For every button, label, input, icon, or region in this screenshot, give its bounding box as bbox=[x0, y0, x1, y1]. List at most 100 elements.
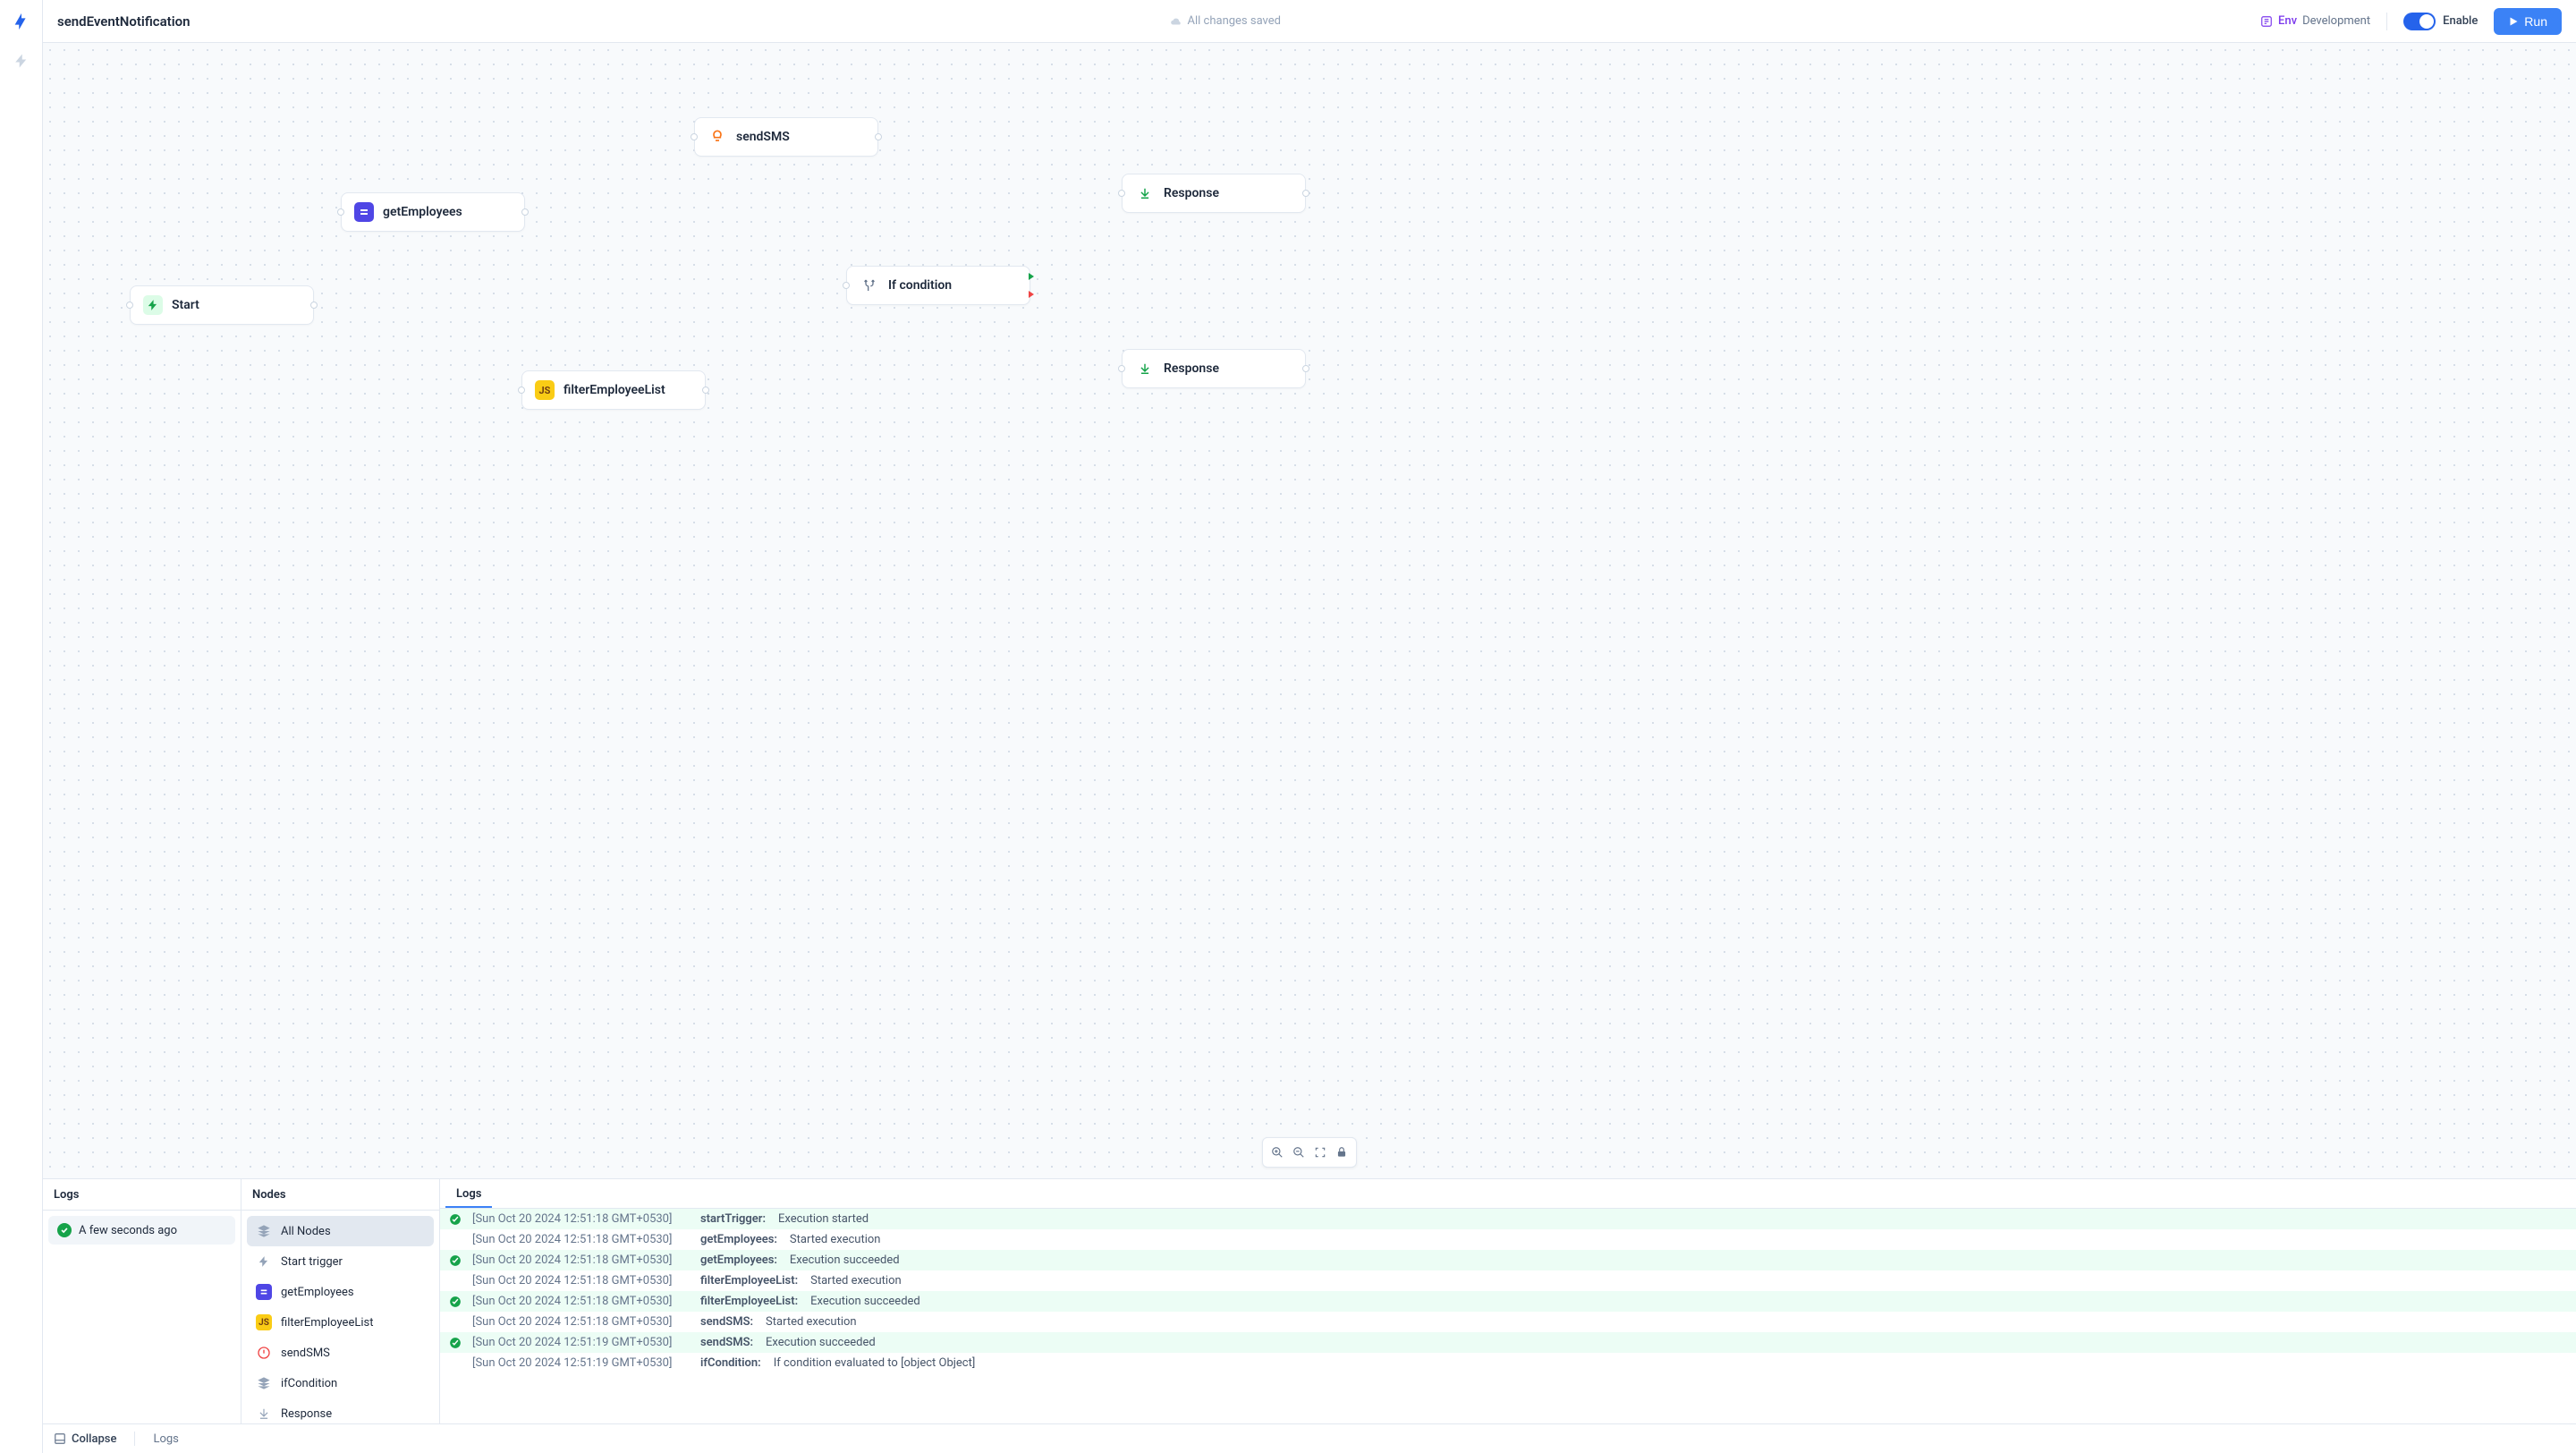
log-timestamp: [Sun Oct 20 2024 12:51:19 GMT+0530] bbox=[472, 1336, 691, 1349]
node-filter-item[interactable]: getEmployees bbox=[247, 1277, 434, 1307]
sidebar bbox=[0, 0, 43, 1453]
enable-label: Enable bbox=[2443, 14, 2478, 28]
runs-header: Logs bbox=[43, 1179, 241, 1211]
logo-icon[interactable] bbox=[11, 11, 32, 32]
success-icon bbox=[57, 1223, 72, 1237]
saved-text: All changes saved bbox=[1188, 14, 1282, 28]
node-filter-item[interactable]: ifCondition bbox=[247, 1368, 434, 1398]
log-node-name: startTrigger: bbox=[700, 1212, 766, 1226]
topbar: sendEventNotification All changes saved … bbox=[43, 0, 2576, 43]
node-label: If condition bbox=[888, 278, 952, 293]
node-label: Response bbox=[1164, 186, 1219, 200]
log-line: [Sun Oct 20 2024 12:51:18 GMT+0530] getEm… bbox=[440, 1250, 2576, 1270]
log-message: Execution started bbox=[778, 1212, 869, 1226]
log-node-name: filterEmployeeList: bbox=[700, 1274, 798, 1287]
filter-label: Start trigger bbox=[281, 1255, 343, 1269]
tab-logs[interactable]: Logs bbox=[445, 1182, 492, 1208]
node-response1[interactable]: Response bbox=[1122, 174, 1306, 213]
run-entry[interactable]: A few seconds ago bbox=[48, 1216, 235, 1245]
zoom-in-button[interactable] bbox=[1267, 1142, 1288, 1163]
node-sendSMS[interactable]: sendSMS bbox=[694, 117, 878, 157]
node-filter-item[interactable]: JSfilterEmployeeList bbox=[247, 1307, 434, 1338]
log-line: [Sun Oct 20 2024 12:51:18 GMT+0530]getEm… bbox=[440, 1229, 2576, 1250]
log-message: Started execution bbox=[810, 1274, 902, 1287]
log-line: [Sun Oct 20 2024 12:51:18 GMT+0530] filte… bbox=[440, 1291, 2576, 1312]
node-label: getEmployees bbox=[383, 205, 462, 219]
log-timestamp: [Sun Oct 20 2024 12:51:18 GMT+0530] bbox=[472, 1315, 691, 1329]
panel-footer: Collapse Logs bbox=[43, 1423, 2576, 1453]
play-icon bbox=[2508, 16, 2519, 27]
runs-column: Logs A few seconds ago bbox=[43, 1179, 242, 1423]
env-icon bbox=[2260, 15, 2273, 28]
fit-button[interactable] bbox=[1309, 1142, 1331, 1163]
filter-label: All Nodes bbox=[281, 1225, 331, 1238]
nodes-column: Nodes All Nodes Start trigger getEmployees… bbox=[242, 1179, 440, 1423]
divider bbox=[2386, 13, 2387, 30]
log-node-name: ifCondition: bbox=[700, 1356, 761, 1370]
log-timestamp: [Sun Oct 20 2024 12:51:18 GMT+0530] bbox=[472, 1253, 691, 1267]
node-label: filterEmployeeList bbox=[564, 383, 665, 397]
divider bbox=[134, 1432, 135, 1446]
node-response2[interactable]: Response bbox=[1122, 349, 1306, 388]
node-label: sendSMS bbox=[736, 130, 790, 144]
saved-status: All changes saved bbox=[1170, 14, 1282, 28]
node-start[interactable]: Start bbox=[130, 285, 314, 325]
env-value: Development bbox=[2302, 14, 2370, 28]
zoom-controls bbox=[1262, 1137, 1357, 1168]
log-line: [Sun Oct 20 2024 12:51:19 GMT+0530] ifCon… bbox=[440, 1353, 2576, 1373]
env-label: Env bbox=[2278, 14, 2297, 28]
log-message: Started execution bbox=[766, 1315, 857, 1329]
canvas[interactable]: Start getEmployees sendSMS JSfilterEmployee… bbox=[43, 43, 2576, 1178]
zoom-out-button[interactable] bbox=[1288, 1142, 1309, 1163]
check-icon bbox=[449, 1337, 462, 1349]
bolt-icon[interactable] bbox=[11, 50, 32, 72]
log-timestamp: [Sun Oct 20 2024 12:51:18 GMT+0530] bbox=[472, 1212, 691, 1226]
log-timestamp: [Sun Oct 20 2024 12:51:18 GMT+0530] bbox=[472, 1274, 691, 1287]
log-message: Execution succeeded bbox=[766, 1336, 876, 1349]
log-line: [Sun Oct 20 2024 12:51:18 GMT+0530] start… bbox=[440, 1209, 2576, 1229]
log-node-name: sendSMS: bbox=[700, 1315, 753, 1329]
node-filter-item[interactable]: Start trigger bbox=[247, 1246, 434, 1277]
lock-button[interactable] bbox=[1331, 1142, 1352, 1163]
bottom-panel: Logs A few seconds ago Nodes All Nodes St… bbox=[43, 1178, 2576, 1453]
node-label: Start bbox=[172, 298, 199, 312]
cloud-icon bbox=[1170, 15, 1182, 28]
node-filterEmployeeList[interactable]: JSfilterEmployeeList bbox=[521, 370, 706, 410]
node-filter-item[interactable]: Response bbox=[247, 1398, 434, 1423]
log-message: Execution succeeded bbox=[810, 1295, 920, 1308]
collapse-button[interactable]: Collapse bbox=[54, 1432, 116, 1446]
log-line: [Sun Oct 20 2024 12:51:18 GMT+0530] filte… bbox=[440, 1270, 2576, 1291]
node-filter-item[interactable]: All Nodes bbox=[247, 1216, 434, 1246]
check-icon bbox=[449, 1254, 462, 1267]
workflow-title: sendEventNotification bbox=[57, 13, 190, 30]
log-message: If condition evaluated to [object Object… bbox=[774, 1356, 976, 1370]
filter-label: getEmployees bbox=[281, 1286, 354, 1299]
nodes-header: Nodes bbox=[242, 1179, 439, 1211]
log-timestamp: [Sun Oct 20 2024 12:51:18 GMT+0530] bbox=[472, 1295, 691, 1308]
node-filter-item[interactable]: sendSMS bbox=[247, 1338, 434, 1368]
footer-logs-label: Logs bbox=[153, 1432, 178, 1446]
enable-toggle[interactable] bbox=[2403, 13, 2436, 30]
log-node-name: filterEmployeeList: bbox=[700, 1295, 798, 1308]
filter-label: Response bbox=[281, 1407, 332, 1421]
log-timestamp: [Sun Oct 20 2024 12:51:18 GMT+0530] bbox=[472, 1233, 691, 1246]
node-ifCondition[interactable]: If condition bbox=[846, 266, 1030, 305]
log-timestamp: [Sun Oct 20 2024 12:51:19 GMT+0530] bbox=[472, 1356, 691, 1370]
run-label: Run bbox=[2524, 14, 2547, 29]
log-message: Execution succeeded bbox=[790, 1253, 900, 1267]
node-label: Response bbox=[1164, 361, 1219, 376]
log-node-name: sendSMS: bbox=[700, 1336, 753, 1349]
check-icon bbox=[449, 1213, 462, 1226]
check-icon bbox=[449, 1296, 462, 1308]
collapse-icon bbox=[54, 1432, 66, 1445]
log-message: Started execution bbox=[790, 1233, 881, 1246]
env-selector[interactable]: Env Development bbox=[2260, 14, 2370, 28]
details-column: Logs [Sun Oct 20 2024 12:51:18 GMT+0530]… bbox=[440, 1179, 2576, 1423]
run-button[interactable]: Run bbox=[2494, 8, 2562, 35]
run-label: A few seconds ago bbox=[79, 1224, 177, 1237]
log-line: [Sun Oct 20 2024 12:51:18 GMT+0530] sendS… bbox=[440, 1312, 2576, 1332]
filter-label: ifCondition bbox=[281, 1377, 337, 1390]
node-getEmployees[interactable]: getEmployees bbox=[341, 192, 525, 232]
log-node-name: getEmployees: bbox=[700, 1253, 777, 1267]
collapse-label: Collapse bbox=[72, 1432, 116, 1446]
